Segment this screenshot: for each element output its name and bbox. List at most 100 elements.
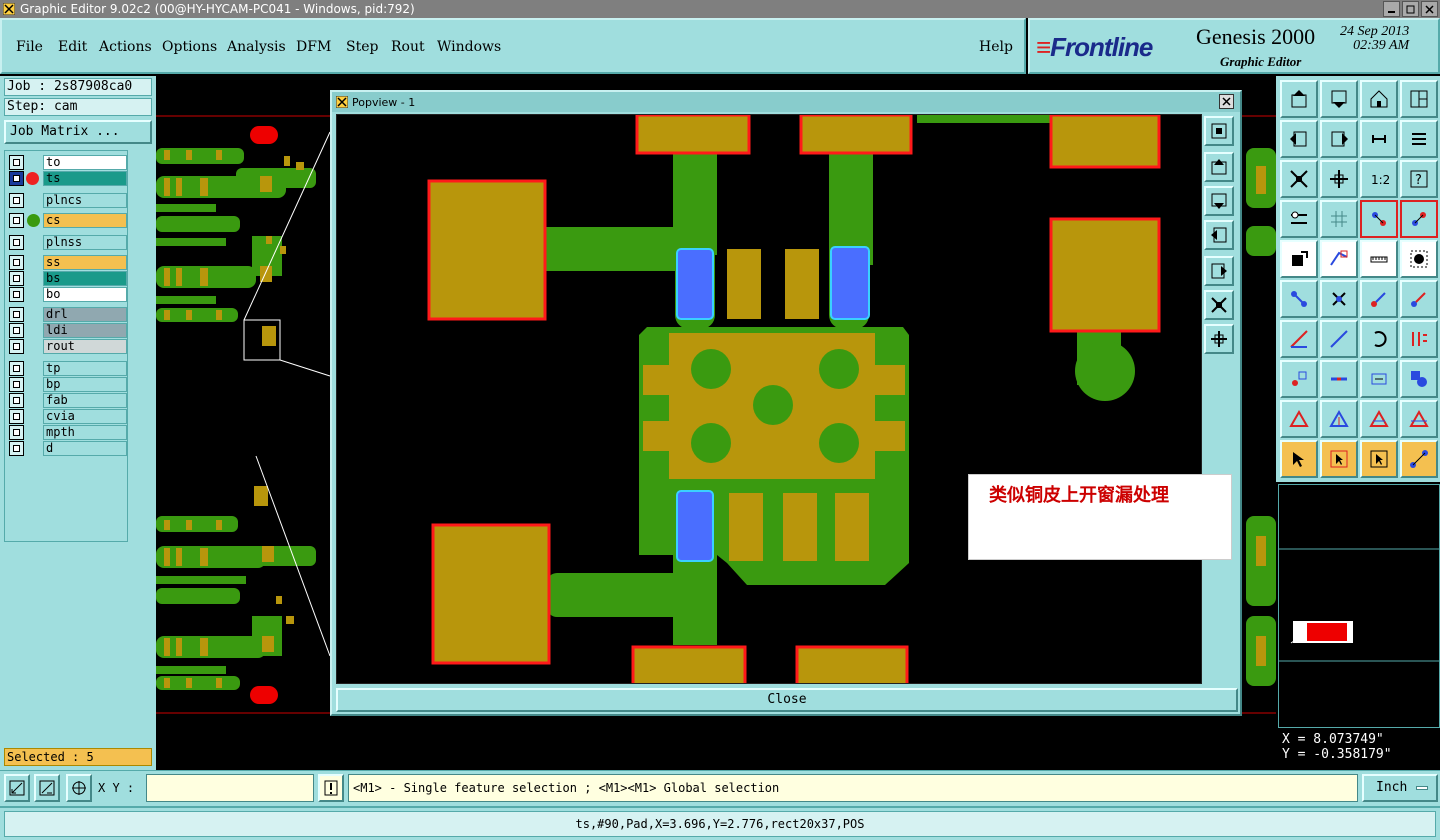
popview-close-button[interactable]: Close — [336, 688, 1238, 712]
layer-name[interactable]: ts — [43, 171, 127, 186]
measure-icon[interactable] — [34, 774, 60, 802]
layer-row-bp[interactable]: bp — [9, 377, 127, 392]
popview-zoom-home-icon[interactable] — [1204, 116, 1234, 146]
layer-row-plncs[interactable]: plncs — [9, 193, 127, 208]
layer-row-ldi[interactable]: ldi — [9, 323, 127, 338]
layer-row-d[interactable]: d — [9, 441, 127, 456]
select-icon[interactable] — [1280, 440, 1318, 478]
close-window-button[interactable] — [1421, 1, 1438, 17]
layer-checkbox[interactable] — [9, 235, 24, 250]
layer-name[interactable]: d — [43, 441, 127, 456]
layer-checkbox[interactable] — [9, 339, 24, 354]
add-feature-icon[interactable] — [1280, 240, 1318, 278]
net-icon[interactable] — [1360, 200, 1398, 238]
move-icon[interactable] — [1360, 280, 1398, 318]
layer-checkbox[interactable] — [9, 287, 24, 302]
layer-checkbox[interactable] — [9, 425, 24, 440]
popview-pan-up-icon[interactable] — [1204, 152, 1234, 182]
menu-file[interactable]: File — [16, 39, 43, 55]
pad-icon[interactable] — [1400, 240, 1438, 278]
alert-icon[interactable] — [318, 774, 344, 802]
cross-icon[interactable] — [1320, 280, 1358, 318]
parallel-icon[interactable] — [1400, 320, 1438, 358]
grid-snap-icon[interactable] — [66, 774, 92, 802]
delta3-icon[interactable] — [1360, 400, 1398, 438]
arc-icon[interactable] — [1360, 320, 1398, 358]
select-area-icon[interactable] — [1320, 440, 1358, 478]
undo-zoom-icon[interactable] — [1360, 120, 1398, 158]
layer-row-bs[interactable]: bs — [9, 271, 127, 286]
layer-row-tp[interactable]: tp — [9, 361, 127, 376]
layer-row-ts[interactable]: ts — [9, 171, 127, 186]
layer-checkbox[interactable] — [9, 213, 24, 228]
layer-row-drl[interactable]: drl — [9, 307, 127, 322]
snap-icon[interactable] — [4, 774, 30, 802]
scale-1-2-icon[interactable]: 1:2 — [1360, 160, 1398, 198]
layer-checkbox[interactable] — [9, 323, 24, 338]
menu-help[interactable]: Help — [979, 39, 1013, 55]
resize-icon[interactable] — [1360, 360, 1398, 398]
maximize-button[interactable] — [1402, 1, 1419, 17]
layer-name[interactable]: bs — [43, 271, 127, 286]
menu-dfm[interactable]: DFM — [296, 39, 331, 55]
trim-icon[interactable] — [1320, 360, 1358, 398]
toggle-icon[interactable] — [1280, 200, 1318, 238]
layer-checkbox[interactable] — [9, 441, 24, 456]
layer-checkbox[interactable] — [9, 271, 24, 286]
popview-canvas[interactable] — [336, 114, 1202, 684]
popview-titlebar[interactable]: Popview - 1 — [332, 92, 1240, 112]
popview-zoom-in-icon[interactable] — [1204, 290, 1234, 320]
layer-name[interactable]: drl — [43, 307, 127, 322]
layer-checkbox[interactable] — [9, 307, 24, 322]
layer-row-cvia[interactable]: cvia — [9, 409, 127, 424]
layer-checkbox[interactable] — [9, 193, 24, 208]
edit-shape-icon[interactable] — [1320, 240, 1358, 278]
slope-icon[interactable] — [1320, 320, 1358, 358]
layer-name[interactable]: fab — [43, 393, 127, 408]
layer-checkbox[interactable] — [9, 409, 24, 424]
delta2-icon[interactable] — [1320, 400, 1358, 438]
house-icon[interactable] — [1360, 80, 1398, 118]
popview-pan-left-icon[interactable] — [1204, 220, 1234, 250]
layer-checkbox[interactable] — [9, 393, 24, 408]
layer-name[interactable]: plnss — [43, 235, 127, 250]
redraw-icon[interactable] — [1400, 120, 1438, 158]
split-view-icon[interactable] — [1400, 80, 1438, 118]
pan-down-icon[interactable] — [1320, 80, 1358, 118]
layer-name[interactable]: to — [43, 155, 127, 170]
grid-icon[interactable] — [1320, 200, 1358, 238]
layer-name[interactable]: ss — [43, 255, 127, 270]
popview-zoom-out-icon[interactable] — [1204, 324, 1234, 354]
layer-row-cs[interactable]: cs — [9, 213, 127, 228]
layer-checkbox[interactable] — [9, 255, 24, 270]
layer-checkbox[interactable] — [9, 361, 24, 376]
layer-name[interactable]: ldi — [43, 323, 127, 338]
layer-name[interactable]: mpth — [43, 425, 127, 440]
layer-row-rout[interactable]: rout — [9, 339, 127, 354]
zoom-out-icon[interactable] — [1320, 160, 1358, 198]
layer-name[interactable]: cvia — [43, 409, 127, 424]
menu-rout[interactable]: Rout — [391, 39, 425, 55]
layer-name[interactable]: bo — [43, 287, 127, 302]
snap-pad-icon[interactable] — [1280, 360, 1318, 398]
layer-row-to[interactable]: to — [9, 155, 127, 170]
menu-options[interactable]: Options — [162, 39, 217, 55]
select-poly-icon[interactable] — [1360, 440, 1398, 478]
menu-actions[interactable]: Actions — [99, 39, 152, 55]
net2-icon[interactable] — [1400, 200, 1438, 238]
layer-checkbox[interactable] — [9, 171, 24, 186]
line-icon[interactable] — [1280, 320, 1318, 358]
layer-row-plnss[interactable]: plnss — [9, 235, 127, 250]
menu-step[interactable]: Step — [346, 39, 378, 55]
select-net-icon[interactable] — [1400, 440, 1438, 478]
connect-icon[interactable] — [1280, 280, 1318, 318]
unit-selector[interactable]: Inch — [1362, 774, 1438, 802]
overview-map[interactable] — [1278, 484, 1440, 728]
layer-name[interactable]: tp — [43, 361, 127, 376]
zoom-in-icon[interactable] — [1280, 160, 1318, 198]
copy-icon[interactable] — [1400, 280, 1438, 318]
job-matrix-button[interactable]: Job Matrix ... — [4, 120, 152, 144]
layer-name[interactable]: bp — [43, 377, 127, 392]
popview-close-icon[interactable] — [1219, 94, 1234, 109]
layer-checkbox[interactable] — [9, 377, 24, 392]
